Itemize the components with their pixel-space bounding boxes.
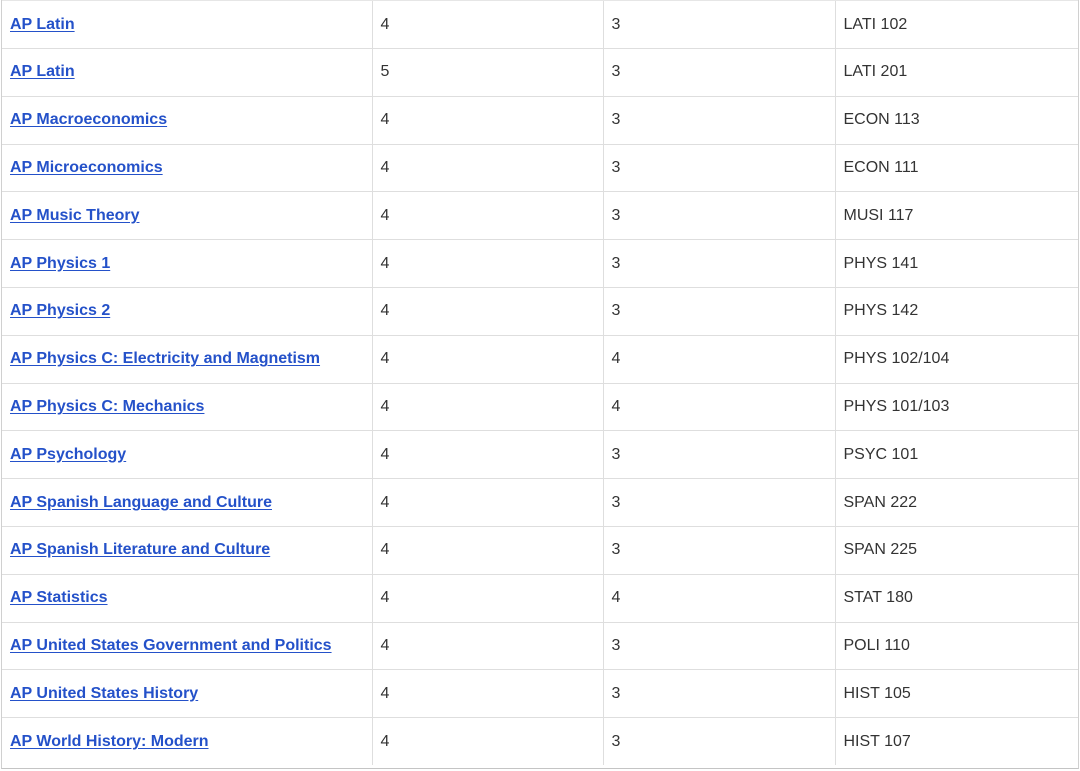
- exam-cell: AP Physics C: Electricity and Magnetism: [2, 334, 372, 384]
- credits-cell: 3: [602, 478, 835, 527]
- table-row: AP Statistics 4 4 STAT 180: [2, 573, 1078, 623]
- credits-cell: 3: [602, 0, 835, 49]
- exam-link[interactable]: AP Statistics: [10, 589, 108, 606]
- exam-link[interactable]: AP Microeconomics: [10, 159, 163, 176]
- exam-cell: AP United States Government and Politics: [2, 621, 372, 670]
- exam-cell: AP Spanish Language and Culture: [2, 478, 372, 527]
- exam-link[interactable]: AP Psychology: [10, 446, 126, 463]
- exam-link[interactable]: AP Macroeconomics: [10, 111, 167, 128]
- exam-cell: AP Physics C: Mechanics: [2, 382, 372, 431]
- exam-cell: AP Psychology: [2, 430, 372, 479]
- table-row: AP Microeconomics 4 3 ECON 111: [2, 143, 1078, 192]
- equivalent-course-cell: STAT 180: [834, 573, 1078, 623]
- table-row: AP Spanish Literature and Culture 4 3 SP…: [2, 525, 1078, 575]
- exam-cell: AP World History: Modern: [2, 717, 372, 766]
- score-cell: 4: [371, 717, 603, 766]
- score-cell: 4: [371, 430, 603, 479]
- equivalent-course-cell: HIST 105: [834, 669, 1078, 718]
- credits-cell: 3: [602, 525, 835, 575]
- score-cell: 4: [371, 669, 603, 718]
- equivalent-course-cell: POLI 110: [834, 621, 1078, 670]
- equivalent-course-cell: MUSI 117: [834, 191, 1078, 240]
- score-cell: 4: [371, 525, 603, 575]
- table-row: AP Physics C: Mechanics 4 4 PHYS 101/103: [2, 382, 1078, 431]
- score-cell: 4: [371, 478, 603, 527]
- credits-cell: 3: [602, 621, 835, 670]
- score-cell: 4: [371, 382, 603, 431]
- exam-cell: AP Latin: [2, 0, 372, 49]
- credits-cell: 3: [602, 239, 835, 288]
- equivalent-course-cell: PHYS 142: [834, 286, 1078, 336]
- exam-link[interactable]: AP Spanish Literature and Culture: [10, 541, 270, 558]
- exam-cell: AP Physics 1: [2, 239, 372, 288]
- table-row: AP Physics 1 4 3 PHYS 141: [2, 239, 1078, 288]
- table-row: AP Macroeconomics 4 3 ECON 113: [2, 95, 1078, 145]
- equivalent-course-cell: LATI 102: [834, 0, 1078, 49]
- exam-cell: AP Statistics: [2, 573, 372, 623]
- score-cell: 4: [371, 334, 603, 384]
- credits-cell: 4: [602, 334, 835, 384]
- equivalent-course-cell: SPAN 222: [834, 478, 1078, 527]
- exam-cell: AP Latin: [2, 48, 372, 97]
- credits-cell: 3: [602, 430, 835, 479]
- equivalent-course-cell: ECON 111: [834, 143, 1078, 192]
- score-cell: 4: [371, 95, 603, 145]
- equivalent-course-cell: SPAN 225: [834, 525, 1078, 575]
- ap-credit-table-container: AP Latin 4 3 LATI 102 AP Latin 5 3 LATI …: [1, 0, 1079, 769]
- credits-cell: 4: [602, 573, 835, 623]
- score-cell: 4: [371, 143, 603, 192]
- table-row: AP World History: Modern 4 3 HIST 107: [2, 717, 1078, 766]
- exam-cell: AP Microeconomics: [2, 143, 372, 192]
- equivalent-course-cell: PHYS 101/103: [834, 382, 1078, 431]
- score-cell: 5: [371, 48, 603, 97]
- score-cell: 4: [371, 0, 603, 49]
- equivalent-course-cell: PHYS 141: [834, 239, 1078, 288]
- exam-link[interactable]: AP United States Government and Politics: [10, 637, 332, 654]
- table-row: AP Latin 5 3 LATI 201: [2, 48, 1078, 97]
- ap-credit-table: AP Latin 4 3 LATI 102 AP Latin 5 3 LATI …: [2, 0, 1078, 766]
- equivalent-course-cell: LATI 201: [834, 48, 1078, 97]
- score-cell: 4: [371, 286, 603, 336]
- table-row: AP Spanish Language and Culture 4 3 SPAN…: [2, 478, 1078, 527]
- table-row: AP United States Government and Politics…: [2, 621, 1078, 670]
- exam-cell: AP Physics 2: [2, 286, 372, 336]
- credits-cell: 3: [602, 286, 835, 336]
- equivalent-course-cell: ECON 113: [834, 95, 1078, 145]
- exam-cell: AP United States History: [2, 669, 372, 718]
- credits-cell: 3: [602, 143, 835, 192]
- score-cell: 4: [371, 191, 603, 240]
- table-row: AP Physics 2 4 3 PHYS 142: [2, 286, 1078, 336]
- score-cell: 4: [371, 573, 603, 623]
- credits-cell: 3: [602, 717, 835, 766]
- table-row: AP United States History 4 3 HIST 105: [2, 669, 1078, 718]
- credits-cell: 3: [602, 669, 835, 718]
- exam-link[interactable]: AP Latin: [10, 16, 75, 33]
- score-cell: 4: [371, 621, 603, 670]
- exam-cell: AP Music Theory: [2, 191, 372, 240]
- credits-cell: 4: [602, 382, 835, 431]
- equivalent-course-cell: PHYS 102/104: [834, 334, 1078, 384]
- exam-cell: AP Macroeconomics: [2, 95, 372, 145]
- exam-link[interactable]: AP Music Theory: [10, 207, 140, 224]
- equivalent-course-cell: HIST 107: [834, 717, 1078, 766]
- table-body: AP Latin 4 3 LATI 102 AP Latin 5 3 LATI …: [2, 0, 1078, 766]
- exam-link[interactable]: AP Physics 1: [10, 255, 110, 272]
- exam-link[interactable]: AP Physics C: Mechanics: [10, 398, 204, 415]
- exam-link[interactable]: AP Physics C: Electricity and Magnetism: [10, 350, 320, 367]
- exam-link[interactable]: AP Latin: [10, 63, 75, 80]
- credits-cell: 3: [602, 191, 835, 240]
- table-row: AP Psychology 4 3 PSYC 101: [2, 430, 1078, 479]
- table-row: AP Physics C: Electricity and Magnetism …: [2, 334, 1078, 384]
- exam-link[interactable]: AP Spanish Language and Culture: [10, 494, 272, 511]
- equivalent-course-cell: PSYC 101: [834, 430, 1078, 479]
- credits-cell: 3: [602, 95, 835, 145]
- table-row: AP Music Theory 4 3 MUSI 117: [2, 191, 1078, 240]
- table-row: AP Latin 4 3 LATI 102: [2, 0, 1078, 49]
- exam-link[interactable]: AP Physics 2: [10, 302, 110, 319]
- exam-link[interactable]: AP World History: Modern: [10, 733, 209, 750]
- score-cell: 4: [371, 239, 603, 288]
- exam-link[interactable]: AP United States History: [10, 685, 198, 702]
- exam-cell: AP Spanish Literature and Culture: [2, 525, 372, 575]
- credits-cell: 3: [602, 48, 835, 97]
